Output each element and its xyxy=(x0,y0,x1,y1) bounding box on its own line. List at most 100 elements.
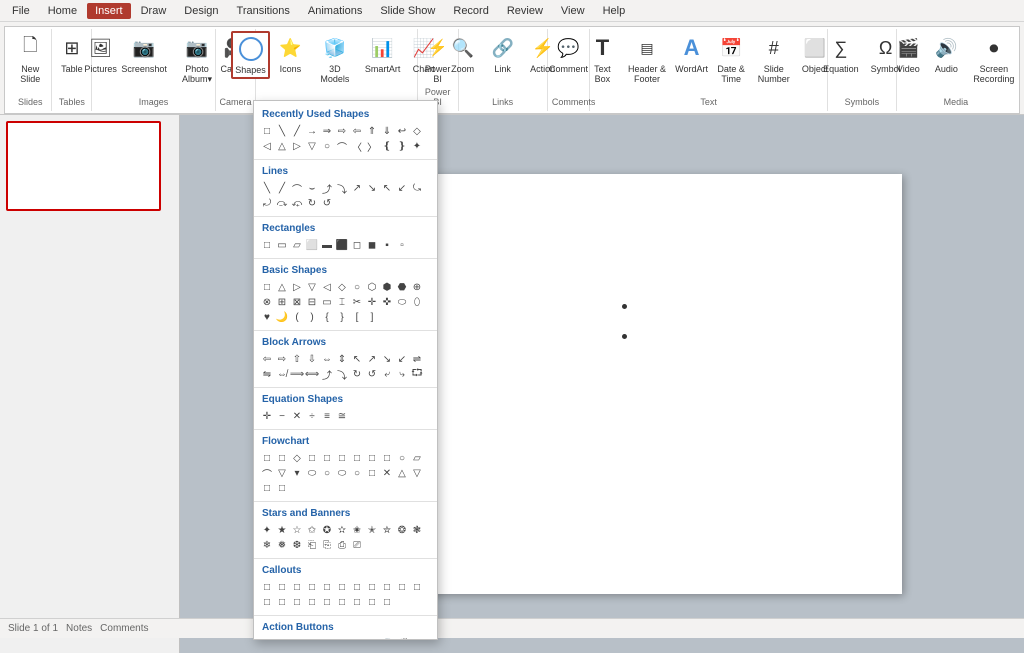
shape-item[interactable]: ⇒ xyxy=(320,124,334,138)
shape-item[interactable]: ⤽ xyxy=(290,196,304,210)
shape-item[interactable]: ◇ xyxy=(290,451,304,465)
shape-item[interactable]: ✩ xyxy=(305,523,319,537)
shape-item[interactable]: ⇋ xyxy=(260,367,274,381)
shape-item[interactable]: ○ xyxy=(320,466,334,480)
menu-record[interactable]: Record xyxy=(445,3,496,19)
equation-button[interactable]: ∑ Equation xyxy=(818,31,864,77)
shape-item[interactable]: □ xyxy=(380,595,394,609)
shape-item[interactable]: □ xyxy=(290,580,304,594)
shape-item[interactable]: ✪ xyxy=(320,523,334,537)
shape-item[interactable]: ⇔ xyxy=(320,352,334,366)
shape-item[interactable]: ☎ xyxy=(365,637,379,640)
shape-item[interactable]: ↙ xyxy=(395,181,409,195)
shape-item[interactable]: ⌶ xyxy=(335,295,349,309)
slide-thumbnail[interactable] xyxy=(6,121,161,211)
3d-models-button[interactable]: 🧊 3D Models xyxy=(310,31,359,87)
shape-item[interactable]: ( xyxy=(290,310,304,324)
shape-item[interactable]: ✜ xyxy=(380,295,394,309)
shape-item[interactable]: ⇎ xyxy=(275,367,289,381)
shape-item[interactable]: △ xyxy=(275,139,289,153)
shape-item[interactable]: ) xyxy=(305,310,319,324)
shape-item[interactable]: ⊕ xyxy=(410,280,424,294)
shape-item[interactable]: □ xyxy=(260,238,274,252)
shape-item[interactable]: ⊗ xyxy=(260,295,274,309)
shape-item[interactable]: □ xyxy=(275,481,289,495)
shape-item[interactable]: ◻ xyxy=(350,238,364,252)
shape-item[interactable]: [ xyxy=(350,310,364,324)
shape-item[interactable]: ↖ xyxy=(350,352,364,366)
shape-item[interactable]: □ xyxy=(350,595,364,609)
shape-item[interactable]: ▽ xyxy=(305,637,319,640)
shape-item[interactable]: ⌒ xyxy=(260,466,274,480)
shape-item[interactable]: □ xyxy=(365,451,379,465)
shape-item[interactable]: □ xyxy=(335,580,349,594)
new-slide-button[interactable]: 🗋 New Slide xyxy=(11,31,49,87)
shape-item[interactable]: ▽ xyxy=(305,139,319,153)
shape-item[interactable]: □ xyxy=(305,451,319,465)
shape-item[interactable]: ◇ xyxy=(335,280,349,294)
shape-item[interactable]: ⇦ xyxy=(350,124,364,138)
shape-item[interactable]: □ xyxy=(260,580,274,594)
screenshot-button[interactable]: 📷 Screenshot xyxy=(121,31,168,77)
shape-item[interactable]: ↗ xyxy=(350,181,364,195)
shape-item[interactable]: 🌙 xyxy=(275,310,289,324)
pictures-button[interactable]: 🖼 Pictures xyxy=(82,31,118,77)
shape-item[interactable]: ⤾ xyxy=(260,196,274,210)
shape-item[interactable]: ╲ xyxy=(260,181,274,195)
shape-item[interactable]: ✦ xyxy=(260,523,274,537)
shape-item[interactable]: ▱ xyxy=(290,238,304,252)
shape-item[interactable]: □ xyxy=(275,451,289,465)
link-button[interactable]: 🔗 Link xyxy=(484,31,522,77)
shape-item[interactable]: ⮔ xyxy=(410,367,424,381)
shape-item[interactable]: ▷ xyxy=(290,139,304,153)
shape-item[interactable]: ◁ xyxy=(260,139,274,153)
shape-item[interactable]: ⎗ xyxy=(305,538,319,552)
shape-item[interactable]: ▽ xyxy=(410,466,424,480)
shape-item[interactable]: □ xyxy=(275,595,289,609)
shape-item[interactable]: ◁ xyxy=(260,637,274,640)
shape-item[interactable]: 〉 xyxy=(365,139,379,153)
shape-item[interactable]: ⬢ xyxy=(380,280,394,294)
shape-item[interactable]: □ xyxy=(320,595,334,609)
shape-item[interactable]: ⊞ xyxy=(275,295,289,309)
shape-item[interactable]: ⬣ xyxy=(395,280,409,294)
shape-item[interactable]: ★ xyxy=(275,523,289,537)
shape-item[interactable]: ✕ xyxy=(290,409,304,423)
comments-button[interactable]: Comments xyxy=(100,623,148,634)
shape-item[interactable]: { xyxy=(320,310,334,324)
shape-item[interactable]: ○ xyxy=(350,466,364,480)
shape-item[interactable]: □ xyxy=(380,580,394,594)
shape-item[interactable]: ✛ xyxy=(365,295,379,309)
shape-item[interactable]: □ xyxy=(350,580,364,594)
shape-item[interactable]: □ xyxy=(320,451,334,465)
shape-item[interactable]: → xyxy=(305,124,319,138)
screen-recording-button[interactable]: ⏺ Screen Recording xyxy=(966,31,1021,87)
shape-item[interactable]: ○ xyxy=(350,280,364,294)
shape-item[interactable]: ⇦ xyxy=(260,352,274,366)
shape-item[interactable]: ⬛ xyxy=(335,238,349,252)
shape-item[interactable]: ⬭ xyxy=(335,466,349,480)
shape-item[interactable]: − xyxy=(275,409,289,423)
shape-item[interactable]: ⟺ xyxy=(305,367,319,381)
shape-item[interactable]: □ xyxy=(395,580,409,594)
shapes-button[interactable]: Shapes xyxy=(231,31,271,79)
shape-item[interactable]: ↻ xyxy=(350,367,364,381)
menu-file[interactable]: File xyxy=(4,3,38,19)
menu-draw[interactable]: Draw xyxy=(133,3,175,19)
menu-animations[interactable]: Animations xyxy=(300,3,370,19)
shape-item[interactable]: ╲ xyxy=(275,124,289,138)
shape-item[interactable]: □ xyxy=(365,466,379,480)
shape-item[interactable]: ⬜ xyxy=(305,238,319,252)
shape-item[interactable]: □ xyxy=(260,280,274,294)
shape-item[interactable]: ▱ xyxy=(410,451,424,465)
shape-item[interactable]: □ xyxy=(260,595,274,609)
video-button[interactable]: 🎬 Video xyxy=(890,31,926,77)
shape-item[interactable]: ↻ xyxy=(305,196,319,210)
shape-item[interactable]: ○ xyxy=(395,451,409,465)
shape-item[interactable]: ⎘ xyxy=(320,538,334,552)
shape-item[interactable]: ≅ xyxy=(335,409,349,423)
menu-slideshow[interactable]: Slide Show xyxy=(372,3,443,19)
shape-item[interactable]: ✮ xyxy=(380,523,394,537)
shape-item[interactable]: ⎚ xyxy=(350,538,364,552)
shape-item[interactable]: ⤴ xyxy=(320,181,334,195)
